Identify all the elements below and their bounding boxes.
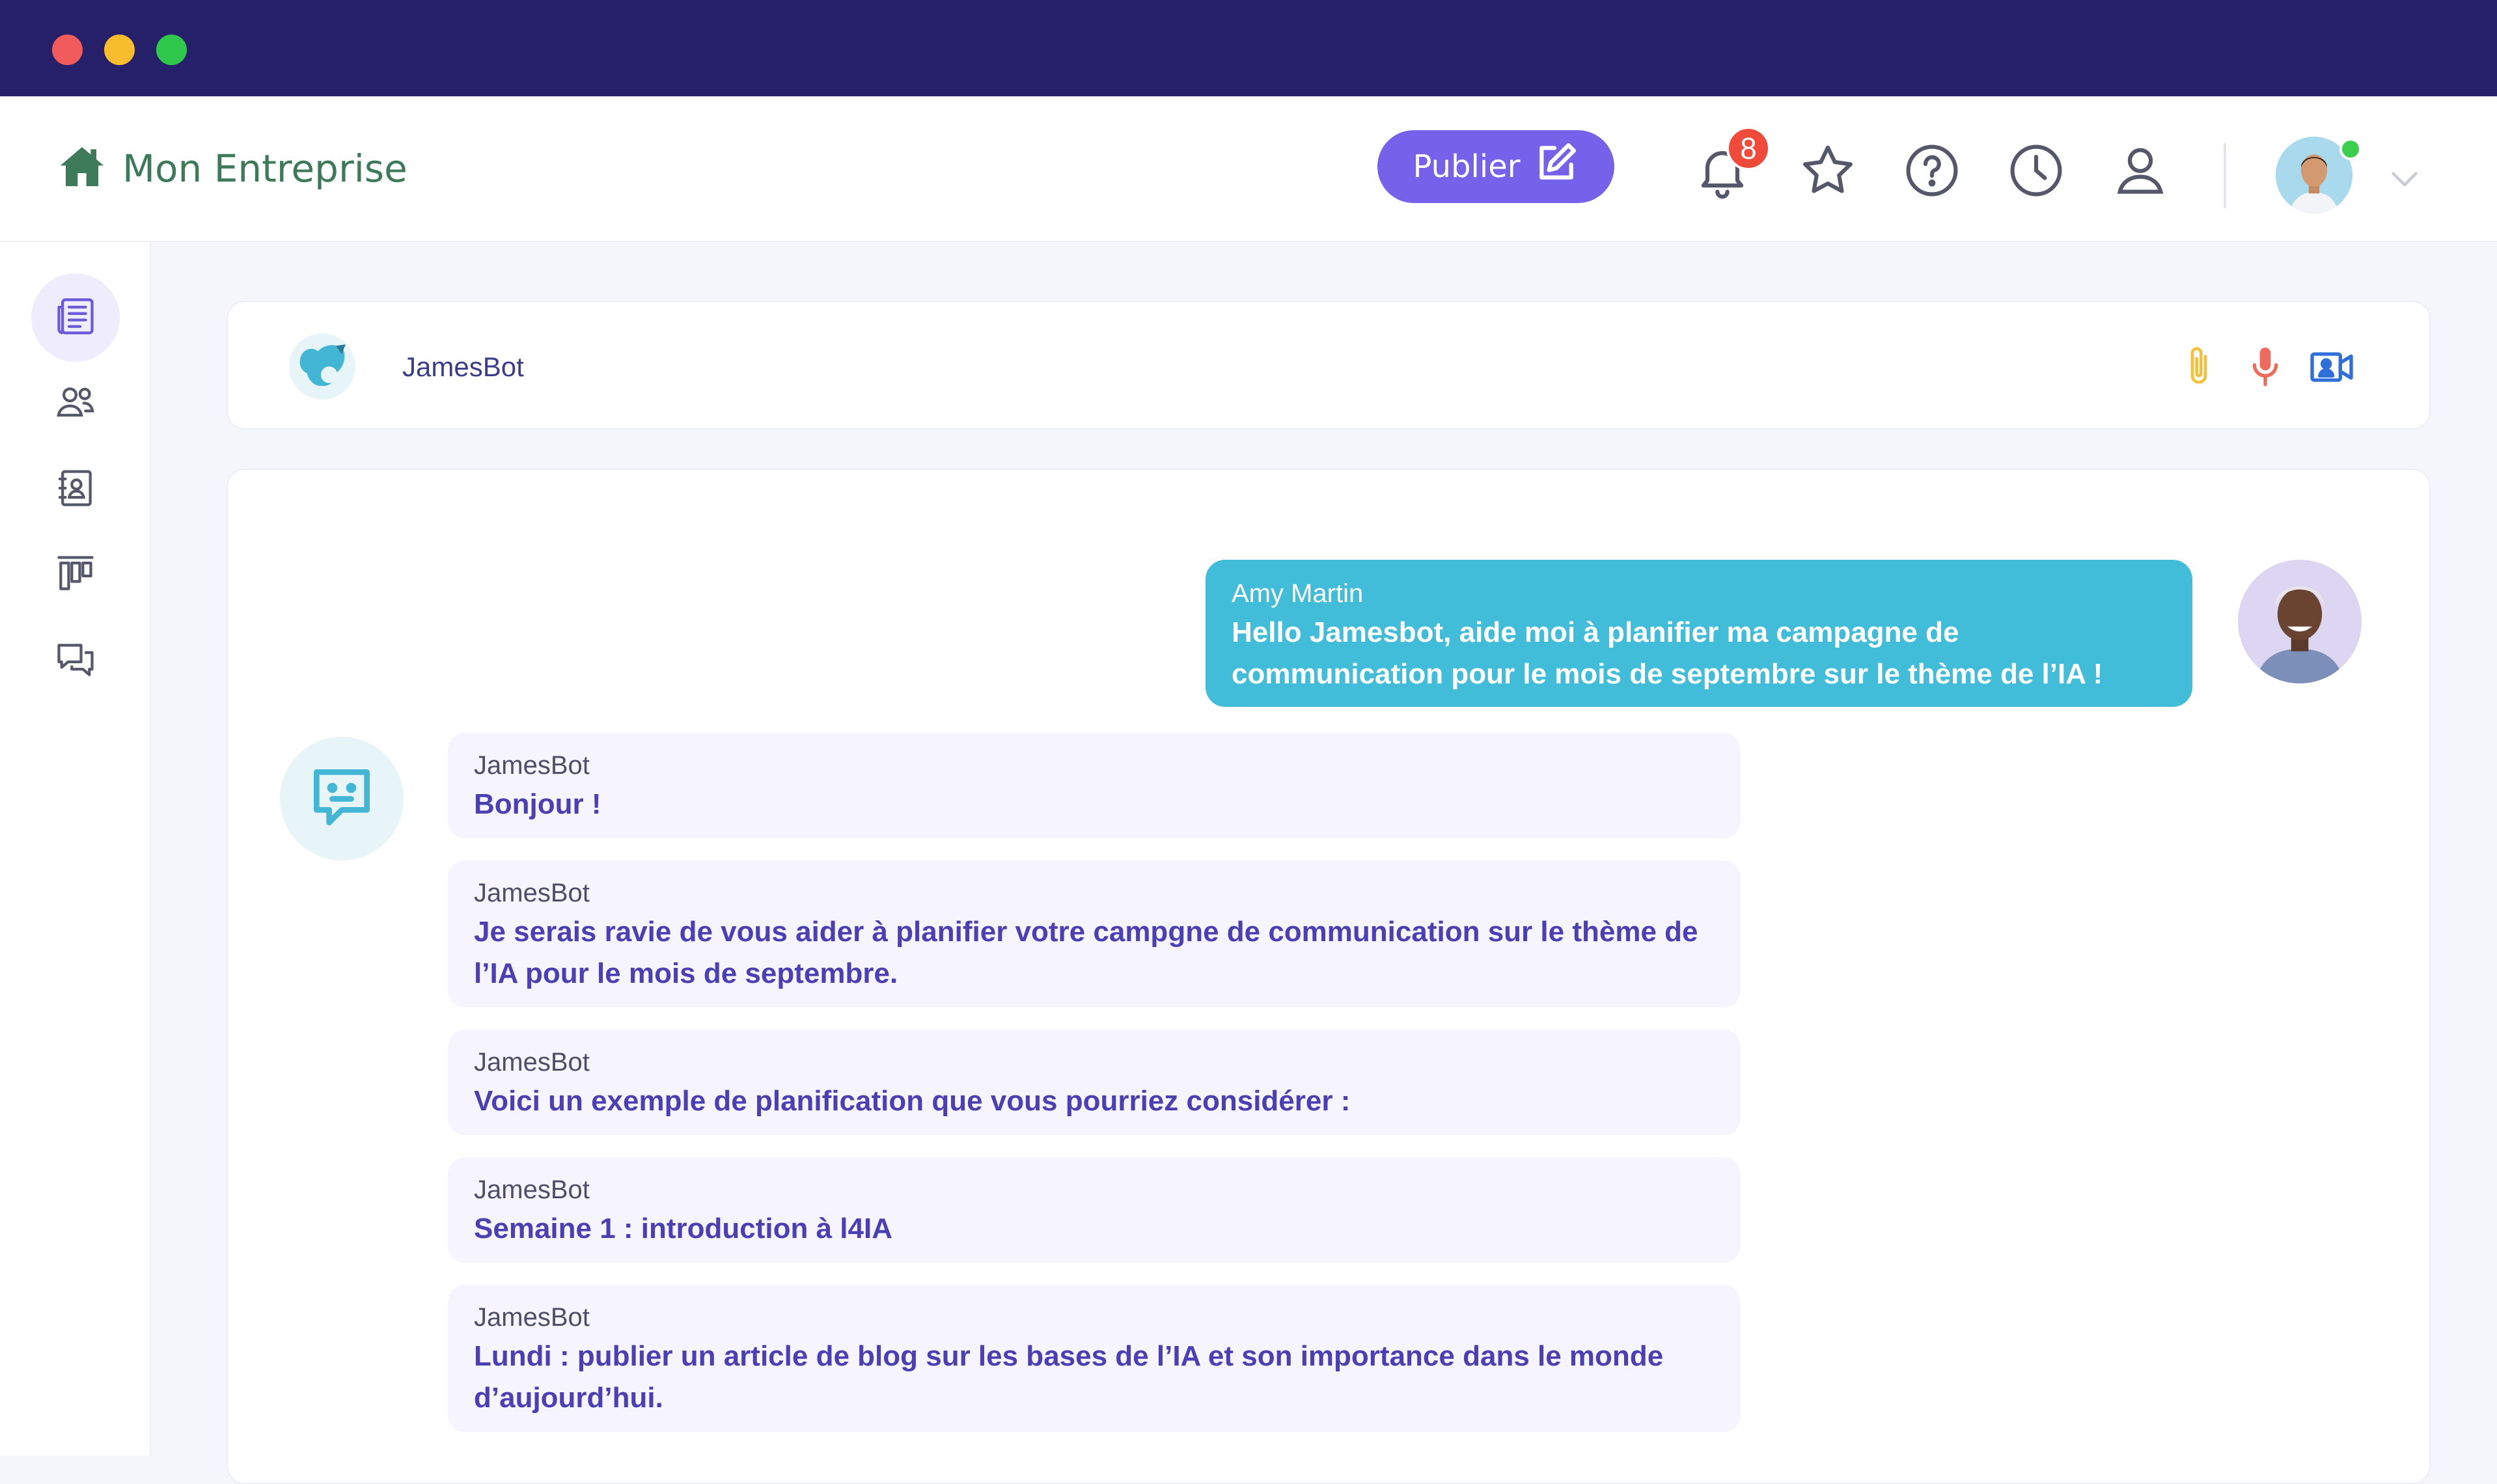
- maximize-window-button[interactable]: [156, 34, 187, 65]
- bot-message-bubble: JamesBot Je serais ravie de vous aider à…: [448, 860, 1741, 1008]
- bot-message-bubble: JamesBot Lundi : publier un article de b…: [448, 1285, 1741, 1432]
- video-icon: [2306, 352, 2358, 396]
- header-divider: [2224, 143, 2226, 208]
- help-icon: [1902, 144, 1962, 203]
- bot-message-bubble: JamesBot Semaine 1 : introduction à l4IA: [448, 1157, 1741, 1263]
- sidebar-item-contacts[interactable]: [31, 445, 120, 534]
- board-icon: [53, 552, 98, 599]
- brand-name: Mon Entreprise: [122, 146, 407, 191]
- notification-badge: 8: [1726, 126, 1771, 171]
- chat-title: JamesBot: [402, 351, 524, 382]
- paperclip-icon: [2173, 347, 2225, 396]
- user-avatar: [2238, 560, 2362, 683]
- bot-avatar: [280, 737, 404, 860]
- users-icon: [53, 380, 98, 428]
- profile-button[interactable]: [2110, 141, 2170, 200]
- sidebar-item-news[interactable]: [31, 273, 120, 362]
- close-window-button[interactable]: [52, 34, 83, 65]
- sidebar-item-messages[interactable]: [31, 617, 120, 706]
- news-icon: [53, 294, 98, 342]
- bot-message-bubble: JamesBot Bonjour !: [448, 733, 1741, 838]
- account-menu-toggle[interactable]: [2385, 159, 2424, 198]
- history-button[interactable]: [2006, 141, 2066, 200]
- chat-header: JamesBot: [227, 301, 2431, 430]
- contacts-icon: [53, 466, 98, 514]
- voice-message-button[interactable]: [2239, 341, 2291, 393]
- publish-button[interactable]: Publier: [1377, 130, 1614, 203]
- bot-message-bubble: JamesBot Voici un exemple de planificati…: [448, 1030, 1741, 1135]
- message-text: Hello Jamesbot, aide moi à planifier ma …: [1232, 616, 2103, 690]
- user-message-bubble: Amy Martin Hello Jamesbot, aide moi à pl…: [1206, 560, 2192, 707]
- home-icon: [56, 141, 108, 196]
- message-author: JamesBot: [474, 1175, 590, 1204]
- message-author: JamesBot: [474, 1303, 590, 1332]
- bell-icon: [1692, 151, 1752, 203]
- message-author: JamesBot: [474, 879, 590, 907]
- video-call-button[interactable]: [2306, 341, 2358, 393]
- sidebar-item-board[interactable]: [31, 531, 120, 620]
- chevron-down-icon: [2385, 172, 2424, 200]
- message-text: Lundi : publier un article de blog sur l…: [474, 1340, 1664, 1414]
- star-icon: [1798, 145, 1858, 203]
- online-status-dot: [2339, 138, 2362, 160]
- brand-link[interactable]: Mon Entreprise: [56, 141, 407, 196]
- jamesbot-logo: [288, 332, 357, 401]
- sidebar-item-users[interactable]: [31, 359, 120, 448]
- favorites-button[interactable]: [1798, 141, 1858, 200]
- bot-chat-icon: [304, 760, 379, 838]
- message-text: Je serais ravie de vous aider à planifie…: [474, 916, 1698, 989]
- message-author: Amy Martin: [1232, 579, 1364, 608]
- left-sidebar: [0, 242, 151, 1455]
- message-text: Semaine 1 : introduction à l4IA: [474, 1213, 893, 1244]
- message-text: Voici un exemple de planification que vo…: [474, 1085, 1351, 1117]
- top-header: Mon Entreprise Publier 8: [0, 96, 2497, 242]
- message-text: Bonjour !: [474, 788, 601, 820]
- window-titlebar: [0, 0, 2497, 96]
- minimize-window-button[interactable]: [104, 34, 135, 65]
- message-author: JamesBot: [474, 751, 590, 780]
- microphone-icon: [2239, 348, 2291, 396]
- user-icon: [2110, 148, 2170, 203]
- clock-icon: [2006, 144, 2066, 203]
- edit-icon: [1520, 141, 1579, 193]
- chat-icon: [53, 638, 98, 685]
- help-button[interactable]: [1902, 141, 1962, 200]
- attach-file-button[interactable]: [2173, 341, 2225, 393]
- publish-label: Publier: [1413, 148, 1521, 185]
- message-author: JamesBot: [474, 1048, 590, 1077]
